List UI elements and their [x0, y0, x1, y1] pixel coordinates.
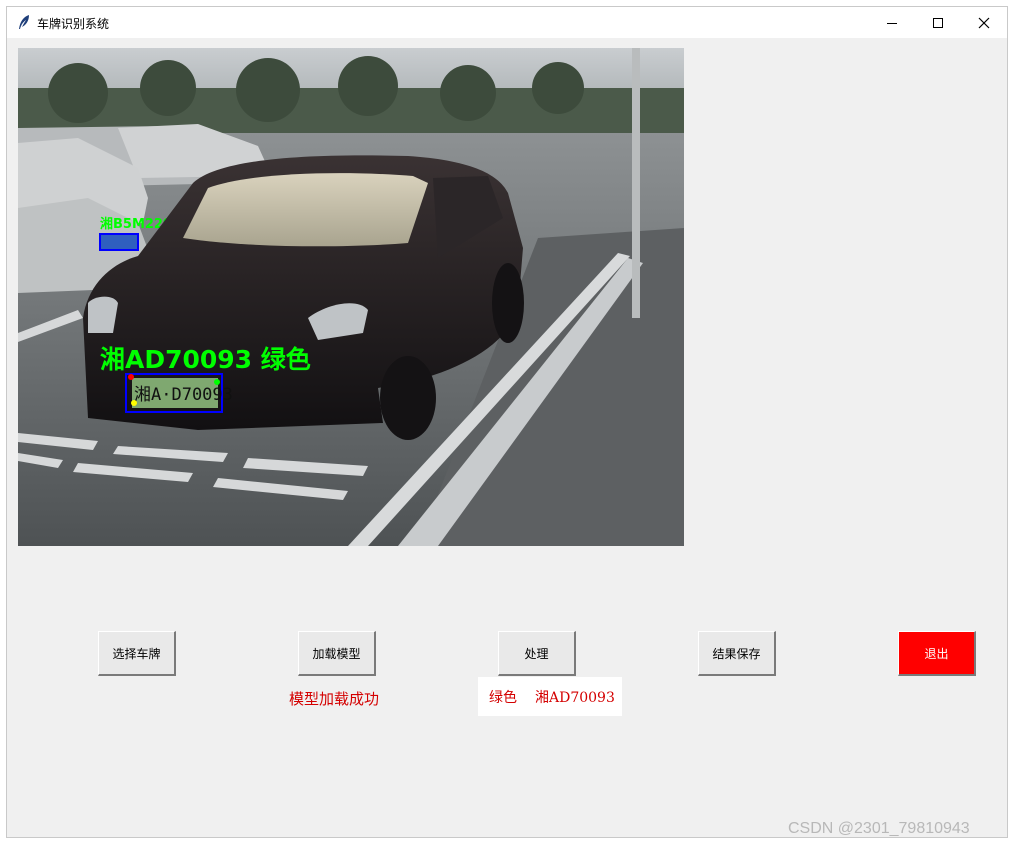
result-panel: 绿色 湘AD70093 [478, 677, 622, 716]
exit-button[interactable]: 退出 [898, 631, 976, 676]
maximize-button[interactable] [915, 7, 961, 38]
process-button[interactable]: 处理 [498, 631, 576, 676]
close-icon [978, 17, 990, 28]
overlay-label-1: 湘AD70093 绿色 [100, 345, 311, 374]
result-color-label: 绿色 [489, 689, 517, 706]
load-model-button[interactable]: 加载模型 [298, 631, 376, 676]
app-window: 车牌识别系统 湘B5M229 蓝色 湘A·D70093 湘AD70093 绿色 … [6, 6, 1008, 838]
minimize-button[interactable] [869, 7, 915, 38]
title-bar[interactable]: 车牌识别系统 [7, 7, 1007, 38]
plate-text-1: 湘A·D70093 [134, 385, 233, 405]
maximize-icon [933, 17, 943, 28]
model-status-label: 模型加载成功 [289, 690, 380, 708]
save-result-button[interactable]: 结果保存 [698, 631, 776, 676]
result-plate-label: 湘AD70093 [535, 689, 615, 706]
minimize-icon [887, 22, 897, 24]
close-button[interactable] [961, 7, 1007, 38]
window-title: 车牌识别系统 [37, 17, 110, 31]
select-plate-button[interactable]: 选择车牌 [98, 631, 176, 676]
watermark: CSDN @2301_79810943 [788, 820, 970, 837]
car-photo: 湘B5M229 蓝色 湘A·D70093 湘AD70093 绿色 [18, 48, 684, 546]
feather-icon [19, 15, 29, 29]
